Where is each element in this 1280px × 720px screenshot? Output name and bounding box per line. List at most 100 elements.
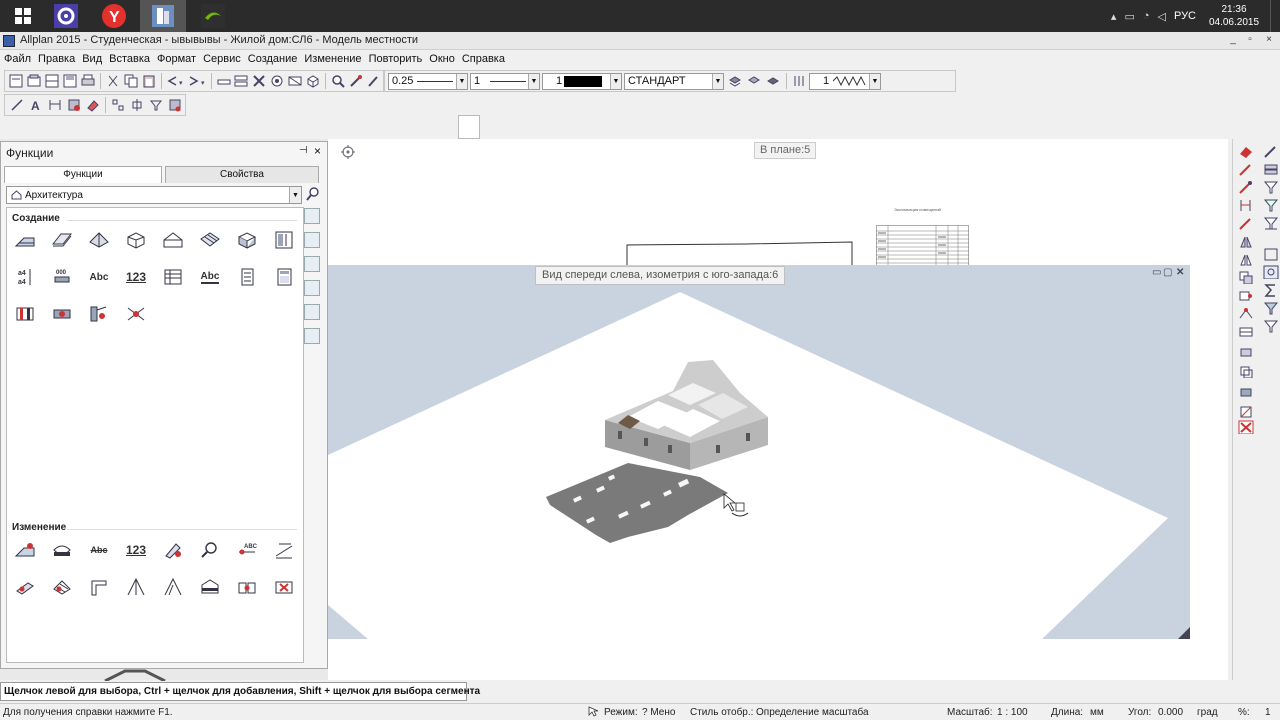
modify-stair-icon[interactable] (272, 538, 296, 562)
modify-numbering-icon[interactable]: 123 (124, 538, 148, 562)
modify-trim-icon[interactable] (124, 575, 148, 599)
pin-icon[interactable]: ⊣ (299, 145, 308, 156)
category-select[interactable]: Архитектура ▼ (6, 186, 302, 204)
modify-search-icon[interactable] (198, 538, 222, 562)
calculator-icon[interactable] (272, 265, 296, 289)
angle-value[interactable]: 0.000 (1158, 704, 1183, 720)
text-icon[interactable]: A (27, 96, 45, 114)
line-type-select[interactable]: 1 ▼ (470, 72, 540, 90)
print-icon[interactable] (80, 72, 97, 90)
resize-grip-icon[interactable] (1178, 627, 1190, 639)
pipette-icon[interactable] (1263, 144, 1279, 158)
mode-icon[interactable] (588, 704, 602, 720)
view-tab[interactable] (458, 115, 480, 139)
redo-icon[interactable]: ▾ (187, 72, 208, 90)
pick-icon[interactable] (1238, 216, 1254, 230)
scale-definition[interactable]: Определение масштаба (756, 704, 869, 720)
paste-icon[interactable] (140, 72, 157, 90)
save-icon[interactable] (62, 72, 79, 90)
layer-select[interactable]: СТАНДАРТ ▼ (624, 72, 724, 90)
menu-create[interactable]: Создание (248, 51, 303, 69)
offset-icon[interactable] (1238, 324, 1254, 338)
room-tool-icon[interactable] (124, 228, 148, 252)
divide-icon[interactable] (1238, 404, 1254, 418)
length-value[interactable]: мм (1090, 704, 1104, 720)
chevron-down-icon[interactable]: ▼ (528, 73, 539, 89)
modify-corner-icon[interactable] (87, 575, 111, 599)
chevron-down-icon[interactable]: ▼ (712, 73, 723, 89)
menu-modify[interactable]: Изменение (304, 51, 366, 69)
line-icon[interactable] (8, 96, 26, 114)
menu-view[interactable]: Вид (82, 51, 107, 69)
modify-roof-icon[interactable] (50, 575, 74, 599)
niche-insert-icon[interactable] (124, 302, 148, 326)
allplan-app-icon[interactable] (3, 35, 15, 47)
delete-icon[interactable] (251, 72, 268, 90)
drawing-files-icon[interactable] (215, 72, 232, 90)
eraser-icon[interactable] (84, 96, 102, 114)
nvidia-icon[interactable] (190, 0, 236, 32)
iso-maximize-button[interactable]: ▢ (1163, 267, 1172, 278)
zoom-icon[interactable] (329, 72, 346, 90)
wall-tool-icon[interactable] (13, 228, 37, 252)
menu-insert[interactable]: Вставка (109, 51, 155, 69)
fileset-icon[interactable] (233, 72, 250, 90)
copy-objects-icon[interactable] (1238, 270, 1254, 284)
dimension-icon[interactable] (46, 96, 64, 114)
window-insert-icon[interactable] (13, 302, 37, 326)
minimize-button[interactable]: _ (1226, 34, 1240, 45)
room-stamp-icon[interactable]: 000 (50, 265, 74, 289)
numbering-icon[interactable]: 123 (124, 265, 148, 289)
search-icon[interactable] (305, 186, 321, 202)
snap-icon[interactable] (109, 96, 127, 114)
layout-icon[interactable] (44, 72, 61, 90)
tab-functions[interactable]: Функции (4, 166, 162, 183)
modify-move-icon[interactable] (235, 575, 259, 599)
color-select[interactable]: 1 ▼ (542, 72, 622, 90)
chevron-down-icon[interactable]: ▼ (456, 73, 467, 89)
align-icon[interactable] (128, 96, 146, 114)
3d-box-icon[interactable] (235, 228, 259, 252)
iso-minimize-button[interactable]: ▭ (1152, 267, 1161, 278)
percent-value[interactable]: 1 (1265, 704, 1271, 720)
trim-icon[interactable] (1238, 252, 1254, 266)
layer-print-icon[interactable] (764, 72, 782, 90)
windows-logo-icon[interactable] (0, 0, 46, 32)
scale-icon[interactable] (1238, 364, 1254, 378)
cut-icon[interactable] (104, 72, 121, 90)
modify-extend-icon[interactable] (161, 575, 185, 599)
network-icon[interactable]: ▭ (1124, 10, 1134, 23)
symbol-icon[interactable] (65, 96, 83, 114)
modify-view-icon[interactable] (50, 538, 74, 562)
eraser-tool-icon[interactable] (1238, 144, 1254, 158)
wifi-icon[interactable]: ◔ (1143, 10, 1150, 22)
copy-icon[interactable] (122, 72, 139, 90)
angle-unit[interactable]: град (1197, 704, 1218, 720)
allplan-icon[interactable] (140, 0, 186, 32)
modify-pencil-icon[interactable] (161, 538, 185, 562)
roof-tool-icon[interactable] (87, 228, 111, 252)
chevron-down-icon[interactable]: ▼ (289, 187, 301, 203)
slab-tool-icon[interactable] (50, 228, 74, 252)
menu-format[interactable]: Формат (157, 51, 201, 69)
group-walls-icon[interactable] (304, 208, 320, 224)
group-reports-icon[interactable] (304, 304, 320, 320)
brush-icon[interactable] (1238, 180, 1254, 194)
restore-button[interactable]: ▫ (1243, 34, 1257, 45)
sum-icon[interactable] (1263, 283, 1279, 297)
delete-element-icon[interactable] (1238, 420, 1254, 434)
filter-all-icon[interactable] (1263, 216, 1279, 230)
rotate-icon[interactable] (1238, 344, 1254, 358)
show-desktop-button[interactable] (1270, 0, 1280, 32)
modify-delete-icon[interactable] (272, 575, 296, 599)
gable-roof-icon[interactable] (161, 228, 185, 252)
label-tool-icon[interactable]: a4 a4 (13, 265, 37, 289)
menu-window[interactable]: Окно (429, 51, 460, 69)
hide-icon[interactable] (287, 72, 304, 90)
funnel-icon[interactable] (1263, 301, 1279, 315)
modify-label-icon[interactable]: ABC (235, 538, 259, 562)
menu-repeat[interactable]: Повторить (369, 51, 428, 69)
iso-close-button[interactable]: ✕ (1176, 267, 1184, 278)
group-openings-icon[interactable] (304, 280, 320, 296)
modify-text-icon[interactable]: Abc (87, 538, 111, 562)
